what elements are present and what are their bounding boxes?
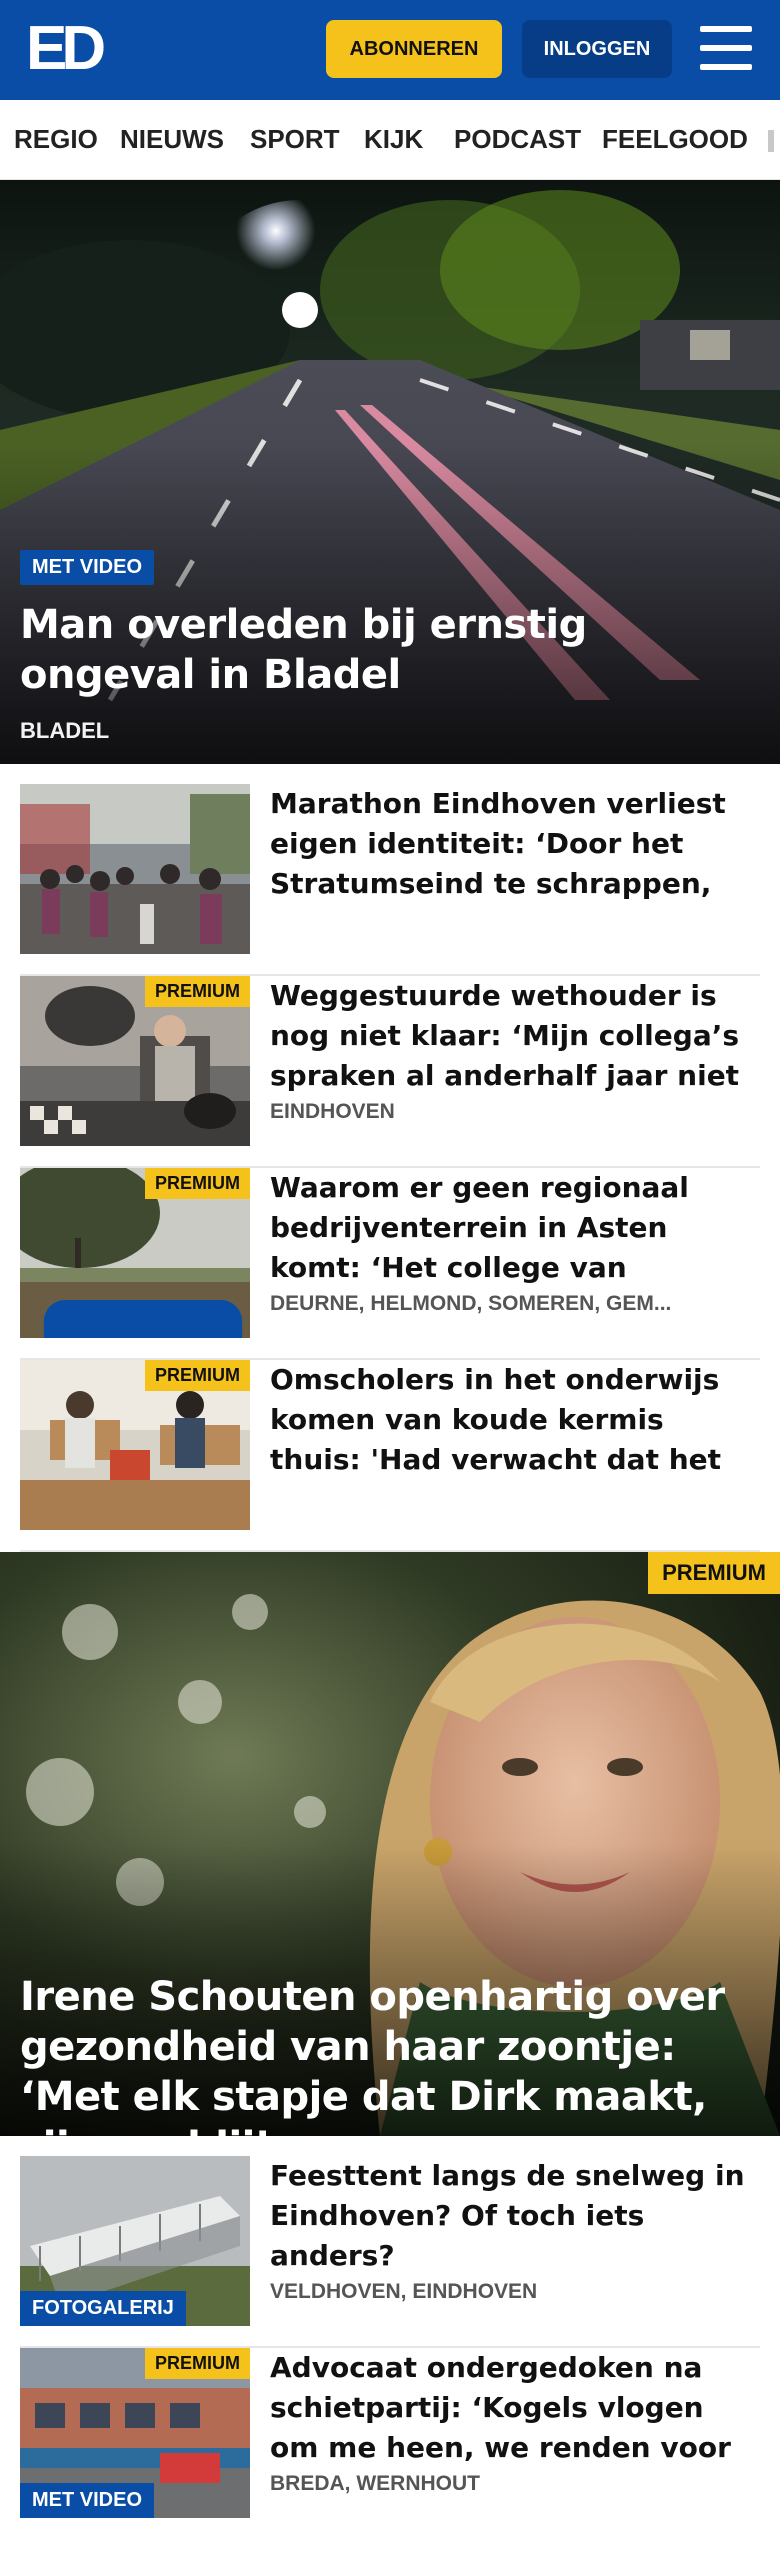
login-button[interactable]: INLOGGEN — [522, 20, 672, 78]
nav-item-regio[interactable]: REGIO — [14, 124, 98, 155]
premium-badge: PREMIUM — [145, 1360, 250, 1391]
article-location: DEURNE, HELMOND, SOMEREN, GEM... — [270, 1292, 672, 1315]
nav-item-podcast[interactable]: PODCAST — [454, 124, 581, 155]
article-location: BREDA, WERNHOUT — [270, 2472, 480, 2495]
article-card[interactable]: PREMIUM Waarom er geen regionaal bedrijv… — [20, 1168, 760, 1360]
nav-item-sport[interactable]: SPORT — [250, 124, 340, 155]
article-card[interactable]: Marathon Eindhoven verliest eigen identi… — [20, 784, 760, 976]
article-thumbnail: PREMIUM — [20, 976, 250, 1146]
premium-badge: PREMIUM — [145, 2348, 250, 2379]
site-logo[interactable]: ED — [26, 18, 106, 80]
hero-headline[interactable]: Man overleden bij ernstig ongeval in Bla… — [20, 600, 760, 700]
article-card[interactable]: PREMIUM Omscholers in het onderwijs kome… — [20, 1360, 760, 1552]
article-thumbnail: PREMIUM — [20, 1360, 250, 1530]
comment-icon — [43, 1300, 243, 1338]
feature-headline[interactable]: Irene Schouten openhartig over gezondhei… — [20, 1972, 770, 2136]
article-headline[interactable]: Waarom er geen regionaal bedrijventerrei… — [270, 1168, 760, 1288]
hero-location: BLADEL — [20, 718, 110, 743]
article-location: VELDHOVEN, EINDHOVEN — [270, 2280, 538, 2303]
nav-overflow-hint — [768, 130, 774, 152]
nav-item-kijk[interactable]: KIJK — [364, 124, 423, 155]
article-card[interactable]: FOTOGALERIJ Feesttent langs de snelweg i… — [20, 2156, 760, 2348]
article-headline[interactable]: Omscholers in het onderwijs komen van ko… — [270, 1360, 760, 1480]
feature-article[interactable]: PREMIUM Irene Schouten openhartig over g… — [0, 1552, 780, 2136]
video-badge: MET VIDEO — [20, 550, 155, 585]
section-nav: REGIO NIEUWS SPORT KIJK PODCAST FEELGOOD — [0, 100, 780, 180]
article-thumbnail — [20, 784, 250, 954]
nav-item-feelgood[interactable]: FEELGOOD — [602, 124, 748, 155]
subscribe-button[interactable]: ABONNEREN — [326, 20, 502, 78]
article-thumbnail: PREMIUM — [20, 1168, 250, 1338]
article-headline[interactable]: Feesttent langs de snelweg in Eindhoven?… — [270, 2156, 760, 2276]
video-badge: MET VIDEO — [20, 2483, 155, 2518]
article-thumbnail: PREMIUM MET VIDEO — [20, 2348, 250, 2518]
article-card[interactable]: PREMIUM Weggestuurde wethouder is nog ni… — [20, 976, 760, 1168]
top-bar: ED ABONNEREN INLOGGEN — [0, 0, 780, 100]
article-headline[interactable]: Weggestuurde wethouder is nog niet klaar… — [270, 976, 760, 1096]
article-headline[interactable]: Advocaat ondergedoken na schietpartij: ‘… — [270, 2348, 760, 2468]
article-thumbnail: FOTOGALERIJ — [20, 2156, 250, 2326]
article-location: EINDHOVEN — [270, 1100, 395, 1123]
hamburger-menu-icon[interactable] — [700, 26, 752, 70]
premium-badge: PREMIUM — [145, 976, 250, 1007]
nav-item-nieuws[interactable]: NIEUWS — [120, 124, 224, 155]
hero-article[interactable]: MET VIDEO Man overleden bij ernstig onge… — [0, 180, 780, 764]
photo-gallery-badge: FOTOGALERIJ — [20, 2291, 186, 2326]
article-card[interactable]: PREMIUM MET VIDEO Advocaat ondergedoken … — [20, 2348, 760, 2540]
premium-badge: PREMIUM — [145, 1168, 250, 1199]
article-headline[interactable]: Marathon Eindhoven verliest eigen identi… — [270, 784, 760, 904]
premium-badge: PREMIUM — [648, 1552, 780, 1594]
